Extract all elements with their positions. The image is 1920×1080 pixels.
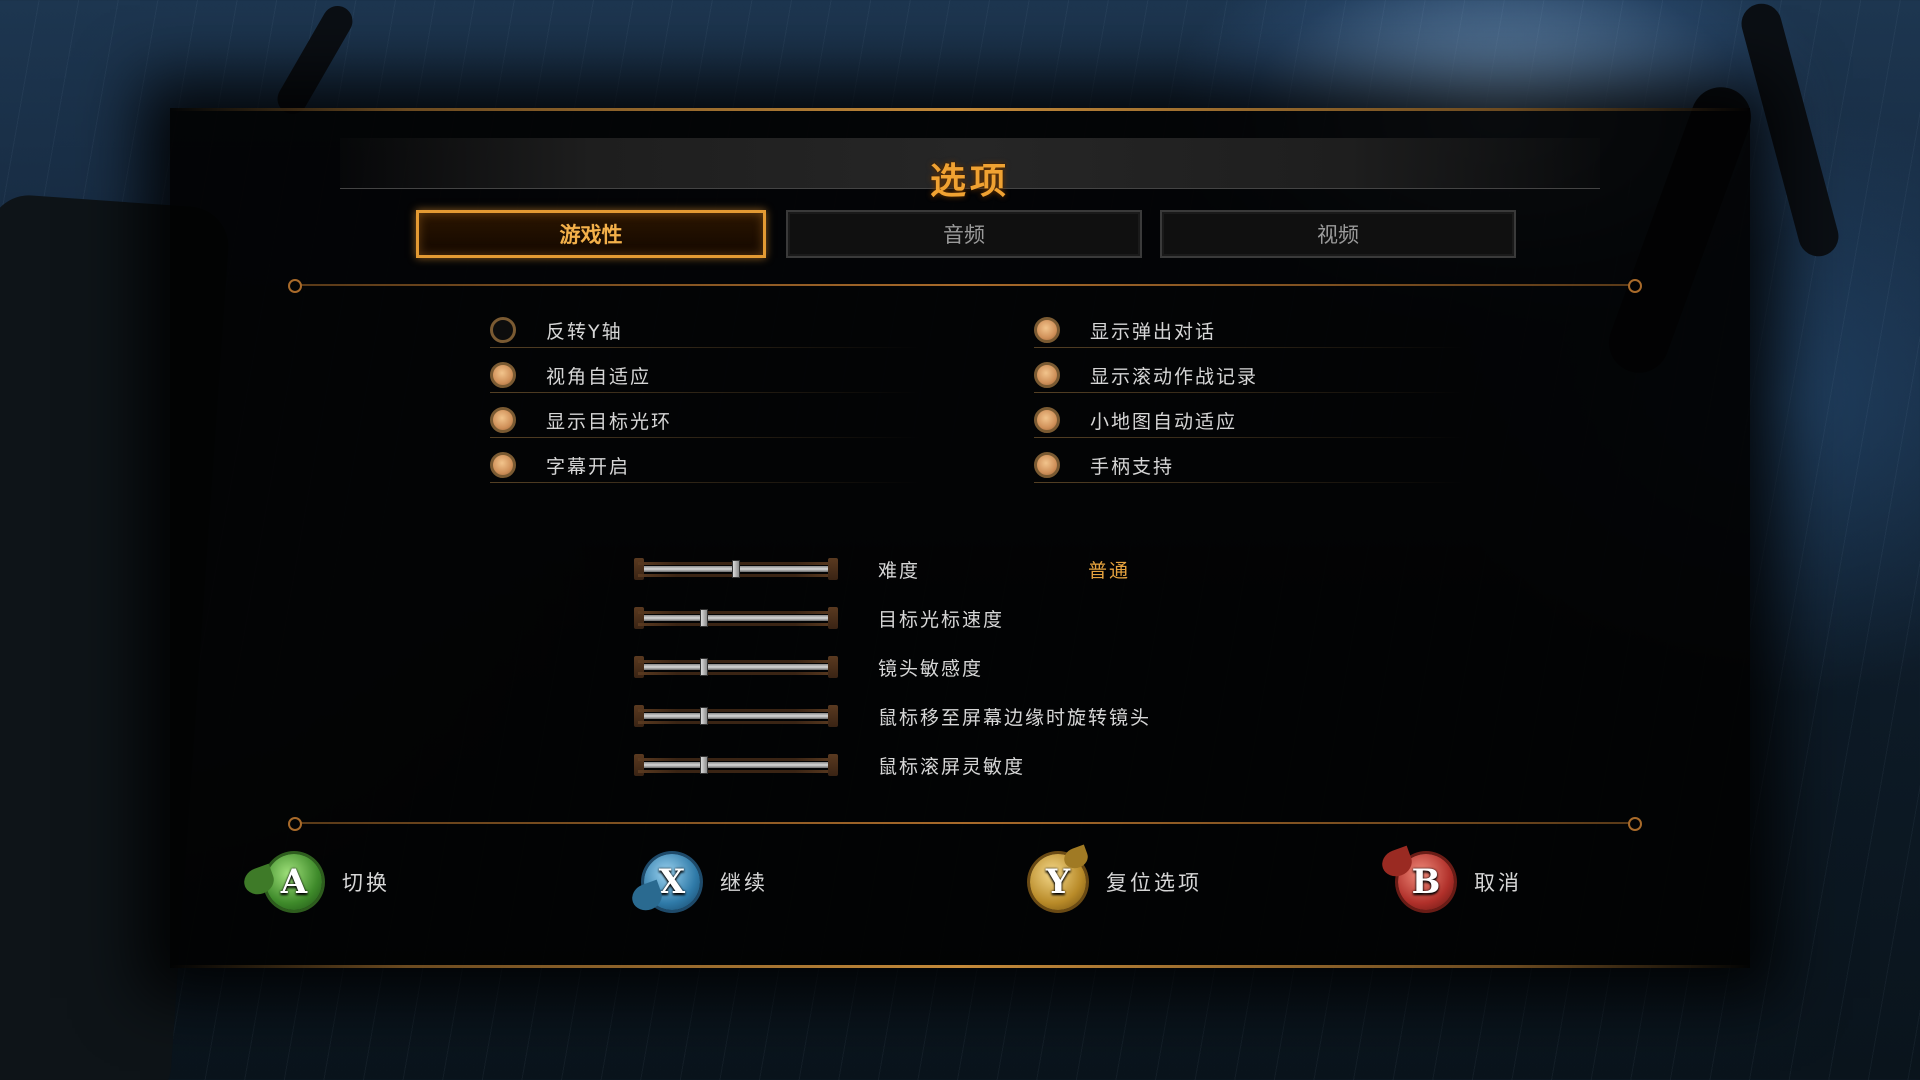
toggle-label: 显示滚动作战记录 bbox=[1090, 365, 1259, 388]
slider-handle[interactable] bbox=[700, 756, 708, 774]
bottom-divider bbox=[288, 817, 1642, 831]
hint-label: 复位选项 bbox=[1106, 871, 1202, 895]
slider-row-scroll-sensitivity: 鼠标滚屏灵敏度 bbox=[634, 748, 1088, 782]
page-title: 选项 bbox=[929, 161, 1010, 202]
slider-handle[interactable] bbox=[700, 609, 708, 627]
radio-indicator bbox=[490, 362, 516, 388]
toggle-combat-log[interactable]: 显示滚动作战记录 bbox=[1034, 357, 1464, 394]
toggle-label: 显示目标光环 bbox=[546, 410, 673, 433]
top-divider bbox=[288, 279, 1642, 293]
a-button-icon: A bbox=[266, 854, 322, 910]
radio-indicator bbox=[1034, 452, 1060, 478]
radio-indicator bbox=[490, 452, 516, 478]
toggle-popup-dialog[interactable]: 显示弹出对话 bbox=[1034, 312, 1464, 349]
slider-row-camera-sensitivity: 镜头敏感度 bbox=[634, 650, 1088, 684]
toggle-label: 显示弹出对话 bbox=[1090, 320, 1217, 343]
toggle-label: 视角自适应 bbox=[546, 365, 652, 388]
cursor-speed-slider[interactable] bbox=[634, 607, 838, 629]
slider-label: 难度 bbox=[878, 559, 921, 582]
toggle-label: 小地图自动适应 bbox=[1090, 410, 1238, 433]
radio-indicator bbox=[1034, 317, 1060, 343]
slider-label: 鼠标移至屏幕边缘时旋转镜头 bbox=[878, 706, 1152, 729]
slider-label: 镜头敏感度 bbox=[878, 657, 984, 680]
toggle-minimap-auto[interactable]: 小地图自动适应 bbox=[1034, 402, 1464, 439]
hint-label: 继续 bbox=[720, 871, 768, 895]
scroll-sensitivity-slider[interactable] bbox=[634, 754, 838, 776]
panel-top-border bbox=[170, 108, 1750, 111]
slider-label: 目标光标速度 bbox=[878, 608, 1005, 631]
edge-rotate-slider[interactable] bbox=[634, 705, 838, 727]
slider-row-edge-rotate: 鼠标移至屏幕边缘时旋转镜头 bbox=[634, 699, 1152, 733]
x-button-icon: X bbox=[644, 854, 700, 910]
toggle-label: 反转Y轴 bbox=[546, 320, 623, 343]
slider-label: 鼠标滚屏灵敏度 bbox=[878, 755, 1026, 778]
toggle-subtitles[interactable]: 字幕开启 bbox=[490, 447, 920, 484]
hint-label: 取消 bbox=[1474, 871, 1522, 895]
slider-handle[interactable] bbox=[732, 560, 740, 578]
slider-row-difficulty: 难度 普通 bbox=[634, 552, 1131, 586]
radio-indicator bbox=[490, 317, 516, 343]
slider-handle[interactable] bbox=[700, 658, 708, 676]
toggle-target-halo[interactable]: 显示目标光环 bbox=[490, 402, 920, 439]
radio-indicator bbox=[490, 407, 516, 433]
hint-label: 切换 bbox=[342, 871, 390, 895]
slider-row-cursor-speed: 目标光标速度 bbox=[634, 601, 1088, 635]
toggle-label: 字幕开启 bbox=[546, 455, 631, 478]
toggle-adaptive-camera[interactable]: 视角自适应 bbox=[490, 357, 920, 394]
hint-toggle[interactable]: A 切换 bbox=[266, 852, 390, 912]
toggle-controller-support[interactable]: 手柄支持 bbox=[1034, 447, 1464, 484]
toggle-invert-y[interactable]: 反转Y轴 bbox=[490, 312, 920, 349]
tab-video[interactable]: 视频 bbox=[1160, 210, 1516, 258]
hint-cancel[interactable]: B 取消 bbox=[1398, 852, 1522, 912]
camera-sensitivity-slider[interactable] bbox=[634, 656, 838, 678]
radio-indicator bbox=[1034, 407, 1060, 433]
b-button-icon: B bbox=[1398, 854, 1454, 910]
slider-value: 普通 bbox=[1088, 559, 1131, 582]
hint-reset-options[interactable]: Y 复位选项 bbox=[1030, 852, 1202, 912]
radio-indicator bbox=[1034, 362, 1060, 388]
tab-gameplay[interactable]: 游戏性 bbox=[416, 210, 766, 258]
y-button-icon: Y bbox=[1030, 854, 1086, 910]
difficulty-slider[interactable] bbox=[634, 558, 838, 580]
title-bar: 选项 bbox=[340, 138, 1600, 202]
toggle-label: 手柄支持 bbox=[1090, 455, 1175, 478]
panel-bottom-border bbox=[170, 965, 1750, 968]
hint-continue[interactable]: X 继续 bbox=[644, 852, 768, 912]
options-panel: 选项 游戏性 音频 视频 反转Y轴 视角自适应 显示目标光环 字幕开启 显示弹出… bbox=[170, 108, 1750, 968]
slider-handle[interactable] bbox=[700, 707, 708, 725]
tab-audio[interactable]: 音频 bbox=[786, 210, 1142, 258]
